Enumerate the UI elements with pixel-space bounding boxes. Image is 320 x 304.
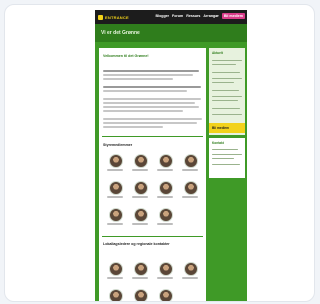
member-avatar[interactable]: [109, 208, 123, 222]
sidebar-line: [212, 78, 242, 80]
member-caption: [107, 223, 123, 225]
member-caption: [107, 196, 123, 198]
member-caption: [157, 196, 173, 198]
logo-icon: [98, 14, 103, 20]
site-logo[interactable]: ENTRANCE: [98, 13, 129, 21]
member-caption: [182, 169, 198, 171]
member-avatar[interactable]: [184, 181, 198, 195]
preview-card: ENTRANCE Blogger Forum Ressurs Arrangør …: [4, 4, 315, 302]
member-avatar[interactable]: [184, 154, 198, 168]
sidebar-line: [212, 114, 242, 116]
text-line: [103, 126, 163, 128]
sidebar-line: [212, 149, 238, 151]
text-line: [103, 70, 199, 72]
join-banner[interactable]: Bli medlem: [209, 123, 245, 133]
join-banner-label: Bli medlem: [212, 126, 230, 130]
member-caption: [182, 277, 198, 279]
member-avatar[interactable]: [109, 154, 123, 168]
sidebar-line: [212, 100, 238, 102]
main-nav: Blogger Forum Ressurs Arrangør Bli medle…: [155, 13, 245, 19]
main-content: Velkommen til det Grønne! Styremedlemmer: [99, 48, 206, 301]
member-avatar[interactable]: [134, 181, 148, 195]
text-line: [103, 78, 173, 80]
website-preview: ENTRANCE Blogger Forum Ressurs Arrangør …: [95, 10, 247, 301]
member-avatar[interactable]: [134, 208, 148, 222]
member-avatar[interactable]: [159, 208, 173, 222]
sidebar-line: [212, 158, 234, 160]
member-caption: [157, 223, 173, 225]
nav-item-2[interactable]: Forum: [172, 14, 183, 18]
text-line: [103, 110, 183, 112]
sidebar-line: [212, 72, 240, 74]
sidebar-contact: Kontakt: [209, 138, 245, 178]
text-line: [103, 122, 197, 124]
nav-item-1[interactable]: Blogger: [155, 14, 169, 18]
member-avatar[interactable]: [134, 154, 148, 168]
member-avatar[interactable]: [109, 181, 123, 195]
sidebar-line: [212, 154, 242, 156]
sidebar-line: [212, 164, 240, 166]
join-button[interactable]: Bli medlem: [221, 13, 245, 19]
logo-text: ENTRANCE: [105, 14, 129, 20]
text-line: [103, 106, 199, 108]
intro-title: Velkommen til det Grønne!: [103, 54, 149, 58]
text-line: [103, 74, 193, 76]
sidebar-line: [212, 64, 236, 66]
member-caption: [107, 169, 123, 171]
member-caption: [132, 169, 148, 171]
section-title-board: Styremedlemmer: [103, 143, 133, 147]
page-banner: Vi er det Grønne: [95, 24, 247, 42]
member-caption: [132, 277, 148, 279]
text-line: [103, 98, 201, 100]
section-divider: [102, 136, 203, 137]
sidebar-line: [212, 96, 242, 98]
member-avatar[interactable]: [159, 154, 173, 168]
sidebar-line: [212, 108, 240, 110]
text-line: [103, 90, 187, 92]
member-caption: [182, 196, 198, 198]
section-divider: [102, 236, 203, 237]
nav-item-4[interactable]: Arrangør: [203, 14, 218, 18]
member-avatar[interactable]: [159, 181, 173, 195]
text-line: [103, 118, 202, 120]
sidebar-title: Kontakt: [212, 141, 224, 145]
sidebar-title: Aktuelt: [212, 51, 223, 55]
section-title-regional: Lokallagsledere og regionale kontakter: [103, 242, 170, 246]
member-caption: [107, 277, 123, 279]
member-caption: [132, 196, 148, 198]
member-avatar[interactable]: [109, 262, 123, 276]
top-navigation-bar: ENTRANCE Blogger Forum Ressurs Arrangør …: [95, 10, 247, 24]
sidebar-news: Aktuelt: [209, 48, 245, 135]
member-avatar[interactable]: [159, 262, 173, 276]
page-title: Vi er det Grønne: [101, 30, 140, 36]
member-caption: [157, 169, 173, 171]
member-avatar[interactable]: [134, 289, 148, 301]
nav-item-3[interactable]: Ressurs: [186, 14, 200, 18]
member-caption: [132, 223, 148, 225]
text-line: [103, 86, 201, 88]
member-avatar[interactable]: [159, 289, 173, 301]
sidebar-line: [212, 60, 242, 62]
text-line: [103, 102, 195, 104]
sidebar-line: [212, 90, 239, 92]
member-avatar[interactable]: [184, 262, 198, 276]
member-avatar[interactable]: [109, 289, 123, 301]
member-avatar[interactable]: [134, 262, 148, 276]
member-caption: [157, 277, 173, 279]
sidebar-line: [212, 82, 234, 84]
